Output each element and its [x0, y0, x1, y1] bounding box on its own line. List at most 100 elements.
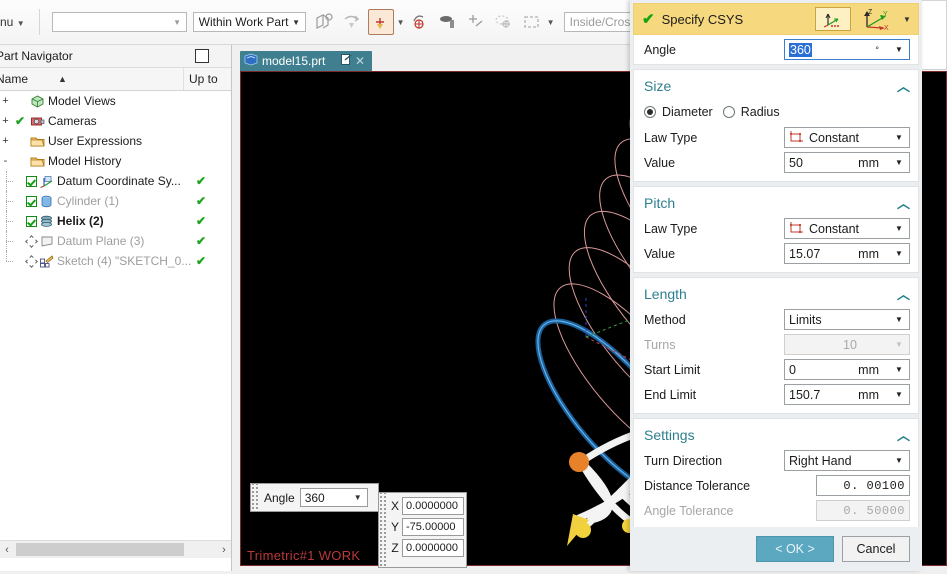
chevron-down-icon[interactable]: ▼	[889, 451, 909, 470]
input-start-limit[interactable]: 0 mm ▼	[784, 359, 910, 380]
close-icon[interactable]: ✕	[352, 54, 368, 68]
chevron-down-icon[interactable]: ▼	[889, 153, 909, 172]
input-law-type[interactable]: Constant ▼	[784, 127, 910, 148]
scroll-right-button[interactable]: ›	[217, 544, 231, 556]
quadrant-point-icon[interactable]	[436, 10, 460, 34]
section-header-length[interactable]: Length ︿	[634, 282, 918, 307]
input-distance-tolerance[interactable]: 0. 00100	[816, 475, 910, 496]
filter-combo[interactable]: ▼	[51, 12, 187, 32]
radio-dot[interactable]	[722, 106, 735, 118]
scrollbar-thumb[interactable]	[16, 543, 184, 556]
tree-row[interactable]: + ✔ Cameras	[0, 111, 231, 131]
tree-row-checkbox[interactable]	[26, 175, 37, 187]
intersection-point-icon[interactable]	[464, 10, 488, 34]
input-law-type[interactable]: Constant ▼	[784, 218, 910, 239]
chevron-down-icon[interactable]: ▼	[889, 128, 909, 147]
drag-grip-icon[interactable]	[251, 484, 260, 511]
section-header-settings[interactable]: Settings ︿	[634, 423, 918, 448]
tree-row[interactable]: Helix (2) ✔	[0, 211, 231, 231]
edit-icon[interactable]	[340, 54, 352, 68]
rectangle-select-icon[interactable]	[520, 10, 544, 34]
navigator-horizontal-scrollbar[interactable]: ‹ ›	[0, 540, 231, 558]
chevron-up-icon[interactable]: ︿	[897, 284, 910, 303]
tree-expander[interactable]: -	[0, 155, 11, 167]
tree-row[interactable]: + User Expressions	[0, 131, 231, 151]
csys-triad-icon[interactable]: Z Y X	[851, 4, 896, 34]
chevron-down-icon[interactable]: ▼	[889, 244, 909, 263]
selection-filter-icon[interactable]	[312, 10, 336, 34]
tree-expander[interactable]: +	[0, 135, 11, 147]
scrollbar-track[interactable]	[14, 543, 217, 556]
tree-expander[interactable]: +	[0, 95, 11, 107]
tree-expander[interactable]: +	[0, 115, 11, 127]
tree-row-checkbox[interactable]	[26, 215, 37, 227]
input-end-limit[interactable]: 150.7 mm ▼	[784, 384, 910, 405]
chevron-up-icon[interactable]: ︿	[897, 76, 910, 95]
angle-widget-input[interactable]: 360 ▼	[299, 488, 368, 507]
input-method[interactable]: Limits ▼	[784, 309, 910, 330]
snap-point-dropdown-icon[interactable]	[340, 10, 364, 34]
tree-row[interactable]: Datum Coordinate Sy... ✔	[0, 171, 231, 191]
radio-radius[interactable]: Radius	[722, 105, 780, 119]
chevron-up-icon[interactable]: ︿	[897, 425, 910, 444]
specify-csys-row[interactable]: ✔ Specify CSYS Z Y X ▼	[633, 3, 919, 35]
csys-dropdown-icon[interactable]: ▼	[896, 4, 918, 34]
coordinate-value-input[interactable]: -75.00000	[402, 517, 464, 536]
angle-input[interactable]: 360 ° ▼	[784, 39, 910, 60]
input-value[interactable]: 15.07 mm ▼	[784, 243, 910, 264]
input-angle-tolerance[interactable]: 0. 50000	[816, 500, 910, 521]
tree-row-checkbox[interactable]	[26, 195, 37, 207]
coordinate-value-input[interactable]: 0.0000000	[402, 496, 464, 515]
tree-row-suppress-marker[interactable]	[26, 236, 37, 247]
chevron-down-icon[interactable]: ▼	[351, 493, 365, 502]
dialog-sections: Size ︿ Diameter Radius Law Type Constant ▼ Valu…	[630, 69, 922, 530]
drag-grip-icon[interactable]	[379, 493, 388, 567]
tree-row-suppress-marker[interactable]	[26, 256, 37, 267]
rectangle-select-caret-icon[interactable]: ▼	[546, 18, 556, 27]
specify-csys-button[interactable]	[815, 7, 851, 31]
column-header-name[interactable]: Name ▲	[0, 68, 184, 90]
angle-floating-widget[interactable]: Angle 360 ▼	[250, 483, 379, 512]
chevron-down-icon[interactable]: ▼	[889, 360, 909, 379]
chevron-down-icon[interactable]: ▼	[889, 385, 909, 404]
scroll-left-button[interactable]: ‹	[0, 544, 14, 556]
tree-row[interactable]: Sketch (4) "SKETCH_0... ✔	[0, 251, 231, 271]
toolbar-divider	[38, 9, 40, 35]
tree-row[interactable]: Cylinder (1) ✔	[0, 191, 231, 211]
angle-widget-label: Angle	[264, 490, 295, 505]
maximize-panel-button[interactable]	[195, 49, 209, 63]
arc-center-snap-icon[interactable]	[408, 10, 432, 34]
chevron-down-icon[interactable]: ▼	[889, 40, 909, 59]
face-snap-icon[interactable]	[492, 10, 516, 34]
input-value[interactable]: 50 mm ▼	[784, 152, 910, 173]
coordinate-value-input[interactable]: 0.0000000	[402, 538, 464, 557]
ok-button[interactable]: < OK >	[756, 536, 834, 562]
snap-point-caret-icon[interactable]: ▼	[396, 18, 406, 27]
input-unit: mm	[858, 155, 879, 170]
chevron-down-icon[interactable]: ▼	[889, 310, 909, 329]
menu-button[interactable]: nu ▼	[0, 15, 31, 29]
svg-text:Z: Z	[868, 9, 873, 16]
row-label: Turns	[644, 337, 676, 352]
column-header-up-to-date[interactable]: Up to	[184, 72, 231, 86]
input-turns[interactable]: 10 ▼	[784, 334, 910, 355]
tree-row-label: User Expressions	[48, 134, 143, 148]
radio-diameter[interactable]: Diameter	[644, 105, 713, 119]
input-turn-direction[interactable]: Right Hand ▼	[784, 450, 910, 471]
section-header-size[interactable]: Size ︿	[634, 74, 918, 99]
chevron-down-icon[interactable]: ▼	[889, 335, 909, 354]
coordinate-floating-widget[interactable]: X 0.0000000 Y -75.00000 Z 0.0000000	[378, 492, 467, 568]
scope-combo[interactable]: Within Work Part O ▼	[192, 12, 306, 32]
tree-row[interactable]: + Model Views	[0, 91, 231, 111]
document-tab-model15[interactable]: model15.prt ✕	[240, 51, 372, 71]
section-header-pitch[interactable]: Pitch ︿	[634, 191, 918, 216]
tree-row[interactable]: - Model History	[0, 151, 231, 171]
input-value: Limits	[789, 312, 822, 327]
chevron-up-icon[interactable]: ︿	[897, 193, 910, 212]
cancel-button[interactable]: Cancel	[842, 536, 910, 562]
tree-row-label: Helix (2)	[57, 214, 104, 228]
enable-snap-point-icon[interactable]	[367, 9, 394, 35]
chevron-down-icon[interactable]: ▼	[889, 219, 909, 238]
tree-row[interactable]: Datum Plane (3) ✔	[0, 231, 231, 251]
radio-dot[interactable]	[644, 106, 656, 118]
